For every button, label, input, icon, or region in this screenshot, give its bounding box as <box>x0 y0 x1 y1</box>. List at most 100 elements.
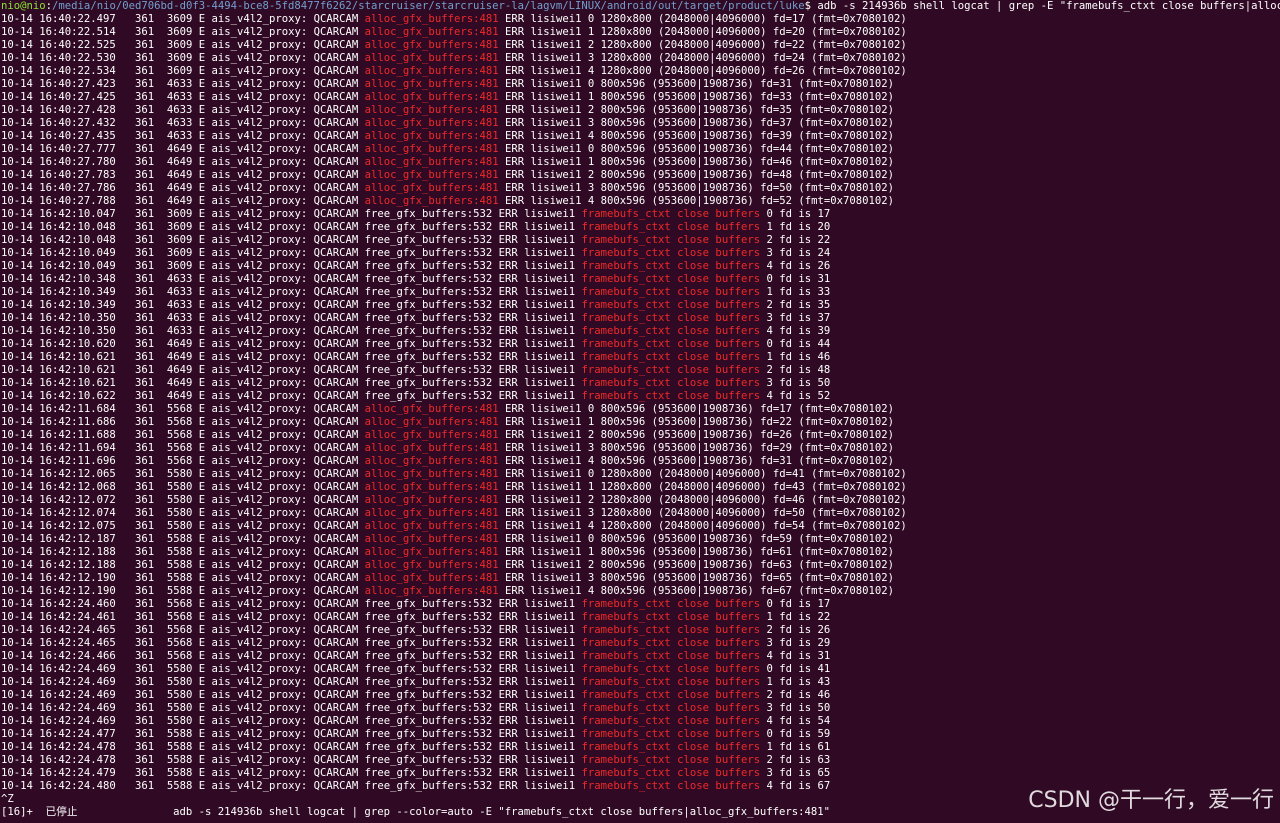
log-tag: ais_v4l2_proxy: <box>211 494 308 506</box>
log-pid: 361 <box>134 780 155 792</box>
log-level: E <box>198 91 206 103</box>
log-time: 10-14 16:42:12.075 <box>1 520 116 532</box>
log-source: QCARCAM <box>313 195 359 207</box>
log-line: 10-14 16:42:24.465 361 5568 E ais_v4l2_p… <box>1 637 1280 650</box>
log-pid: 361 <box>134 377 155 389</box>
log-line: 10-14 16:42:10.049 361 3609 E ais_v4l2_p… <box>1 247 1280 260</box>
log-prefix: free_gfx_buffers:532 ERR lisiwei1 <box>358 676 582 688</box>
log-line: 10-14 16:42:11.684 361 5568 E ais_v4l2_p… <box>1 403 1280 416</box>
log-tid: 4649 <box>166 143 193 155</box>
log-time: 10-14 16:42:12.072 <box>1 494 116 506</box>
log-line: 10-14 16:42:24.479 361 5588 E ais_v4l2_p… <box>1 767 1280 780</box>
log-time: 10-14 16:42:24.480 <box>1 780 116 792</box>
log-level: E <box>198 403 206 415</box>
log-time: 10-14 16:40:22.497 <box>1 13 116 25</box>
log-match: alloc_gfx_buffers:481 <box>364 481 499 493</box>
log-level: E <box>198 273 206 285</box>
log-prefix: free_gfx_buffers:532 ERR lisiwei1 <box>358 728 582 740</box>
log-pid: 361 <box>134 390 155 402</box>
log-time: 10-14 16:42:24.469 <box>1 715 116 727</box>
log-source: QCARCAM <box>313 429 359 441</box>
log-pid: 361 <box>134 572 155 584</box>
log-level: E <box>198 78 206 90</box>
log-prefix: free_gfx_buffers:532 ERR lisiwei1 <box>358 650 582 662</box>
log-pid: 361 <box>134 455 155 467</box>
log-tid: 3609 <box>166 13 193 25</box>
log-rest: 0 fd is 17 <box>760 208 831 220</box>
log-rest: 0 fd is 17 <box>760 598 831 610</box>
log-rest: ERR lisiwei1 4 1280x800 (2048000|4096000… <box>498 65 907 77</box>
log-level: E <box>198 182 206 194</box>
log-source: QCARCAM <box>313 533 359 545</box>
log-level: E <box>198 13 206 25</box>
log-source: QCARCAM <box>313 221 359 233</box>
log-source: QCARCAM <box>313 130 359 142</box>
log-pid: 361 <box>134 208 155 220</box>
log-source: QCARCAM <box>313 624 359 636</box>
log-source: QCARCAM <box>313 754 359 766</box>
log-tag: ais_v4l2_proxy: <box>211 52 308 64</box>
log-output: 10-14 16:40:22.497 361 3609 E ais_v4l2_p… <box>1 13 1280 793</box>
log-match: alloc_gfx_buffers:481 <box>364 442 499 454</box>
log-time: 10-14 16:42:10.349 <box>1 286 116 298</box>
log-match: alloc_gfx_buffers:481 <box>364 26 499 38</box>
log-source: QCARCAM <box>313 338 359 350</box>
log-tid: 4633 <box>166 91 193 103</box>
log-level: E <box>198 208 206 220</box>
log-source: QCARCAM <box>313 78 359 90</box>
log-pid: 361 <box>134 104 155 116</box>
log-pid: 361 <box>134 273 155 285</box>
log-prefix: free_gfx_buffers:532 ERR lisiwei1 <box>358 234 582 246</box>
log-pid: 361 <box>134 130 155 142</box>
log-time: 10-14 16:40:22.525 <box>1 39 116 51</box>
log-source: QCARCAM <box>313 572 359 584</box>
log-level: E <box>198 650 206 662</box>
log-tid: 4649 <box>166 169 193 181</box>
log-source: QCARCAM <box>313 65 359 77</box>
log-rest: 3 fd is 29 <box>760 637 831 649</box>
log-tid: 5580 <box>166 481 193 493</box>
log-match: framebufs_ctxt close buffers <box>581 611 761 623</box>
log-prefix: free_gfx_buffers:532 ERR lisiwei1 <box>358 364 582 376</box>
log-tid: 3609 <box>166 26 193 38</box>
log-tag: ais_v4l2_proxy: <box>211 325 308 337</box>
log-tag: ais_v4l2_proxy: <box>211 390 308 402</box>
log-prefix: free_gfx_buffers:532 ERR lisiwei1 <box>358 260 582 272</box>
log-level: E <box>198 26 206 38</box>
log-rest: 1 fd is 46 <box>760 351 831 363</box>
log-pid: 361 <box>134 559 155 571</box>
log-source: QCARCAM <box>313 208 359 220</box>
log-prefix: free_gfx_buffers:532 ERR lisiwei1 <box>358 702 582 714</box>
log-line: 10-14 16:40:27.432 361 4633 E ais_v4l2_p… <box>1 117 1280 130</box>
log-level: E <box>198 260 206 272</box>
log-tag: ais_v4l2_proxy: <box>211 91 308 103</box>
log-line: 10-14 16:40:27.788 361 4649 E ais_v4l2_p… <box>1 195 1280 208</box>
log-time: 10-14 16:42:24.478 <box>1 754 116 766</box>
log-level: E <box>198 364 206 376</box>
log-line: 10-14 16:42:12.188 361 5588 E ais_v4l2_p… <box>1 559 1280 572</box>
terminal-window[interactable]: nio@nio:/media/nio/0ed706bd-d0f3-4494-bc… <box>1 0 1280 823</box>
log-rest: ERR lisiwei1 1 800x596 (953600|1908736) … <box>498 416 895 428</box>
log-time: 10-14 16:42:24.478 <box>1 741 116 753</box>
log-rest: 3 fd is 37 <box>760 312 831 324</box>
log-tag: ais_v4l2_proxy: <box>211 78 308 90</box>
log-match: framebufs_ctxt close buffers <box>581 767 761 779</box>
log-source: QCARCAM <box>313 780 359 792</box>
log-match: alloc_gfx_buffers:481 <box>364 117 499 129</box>
log-source: QCARCAM <box>313 689 359 701</box>
log-line: 10-14 16:42:12.190 361 5588 E ais_v4l2_p… <box>1 585 1280 598</box>
log-match: framebufs_ctxt close buffers <box>581 208 761 220</box>
log-pid: 361 <box>134 260 155 272</box>
log-level: E <box>198 663 206 675</box>
log-prefix: free_gfx_buffers:532 ERR lisiwei1 <box>358 598 582 610</box>
log-tid: 4649 <box>166 182 193 194</box>
log-time: 10-14 16:42:12.065 <box>1 468 116 480</box>
log-level: E <box>198 351 206 363</box>
log-match: framebufs_ctxt close buffers <box>581 273 761 285</box>
log-line: 10-14 16:42:11.688 361 5568 E ais_v4l2_p… <box>1 429 1280 442</box>
log-rest: ERR lisiwei1 4 800x596 (953600|1908736) … <box>498 585 895 597</box>
log-tid: 5568 <box>166 403 193 415</box>
log-tag: ais_v4l2_proxy: <box>211 546 308 558</box>
log-line: 10-14 16:40:27.425 361 4633 E ais_v4l2_p… <box>1 91 1280 104</box>
log-tag: ais_v4l2_proxy: <box>211 728 308 740</box>
